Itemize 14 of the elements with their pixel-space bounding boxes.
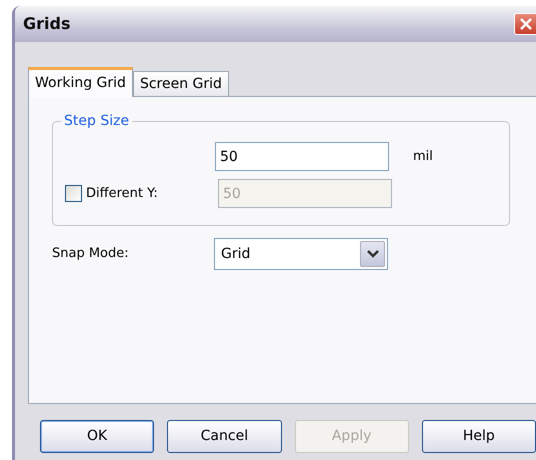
window-title: Grids — [23, 13, 70, 35]
close-button[interactable] — [514, 13, 536, 35]
dialog-button[interactable]: Help — [422, 420, 536, 453]
different-y-label: Different Y: — [86, 184, 159, 203]
dialog-button[interactable]: OK — [40, 420, 154, 453]
group-title: Step Size — [61, 112, 132, 130]
unit-label: mil — [413, 148, 433, 166]
tab[interactable]: Working Grid — [28, 67, 133, 97]
tab[interactable]: Screen Grid — [132, 71, 229, 96]
close-icon — [518, 16, 534, 32]
dialog-button[interactable]: Cancel — [167, 420, 282, 453]
snap-mode-label: Snap Mode: — [52, 245, 130, 264]
step-input-field[interactable]: 50 — [215, 142, 389, 171]
snap-mode-dropdown[interactable]: Grid — [214, 238, 388, 270]
